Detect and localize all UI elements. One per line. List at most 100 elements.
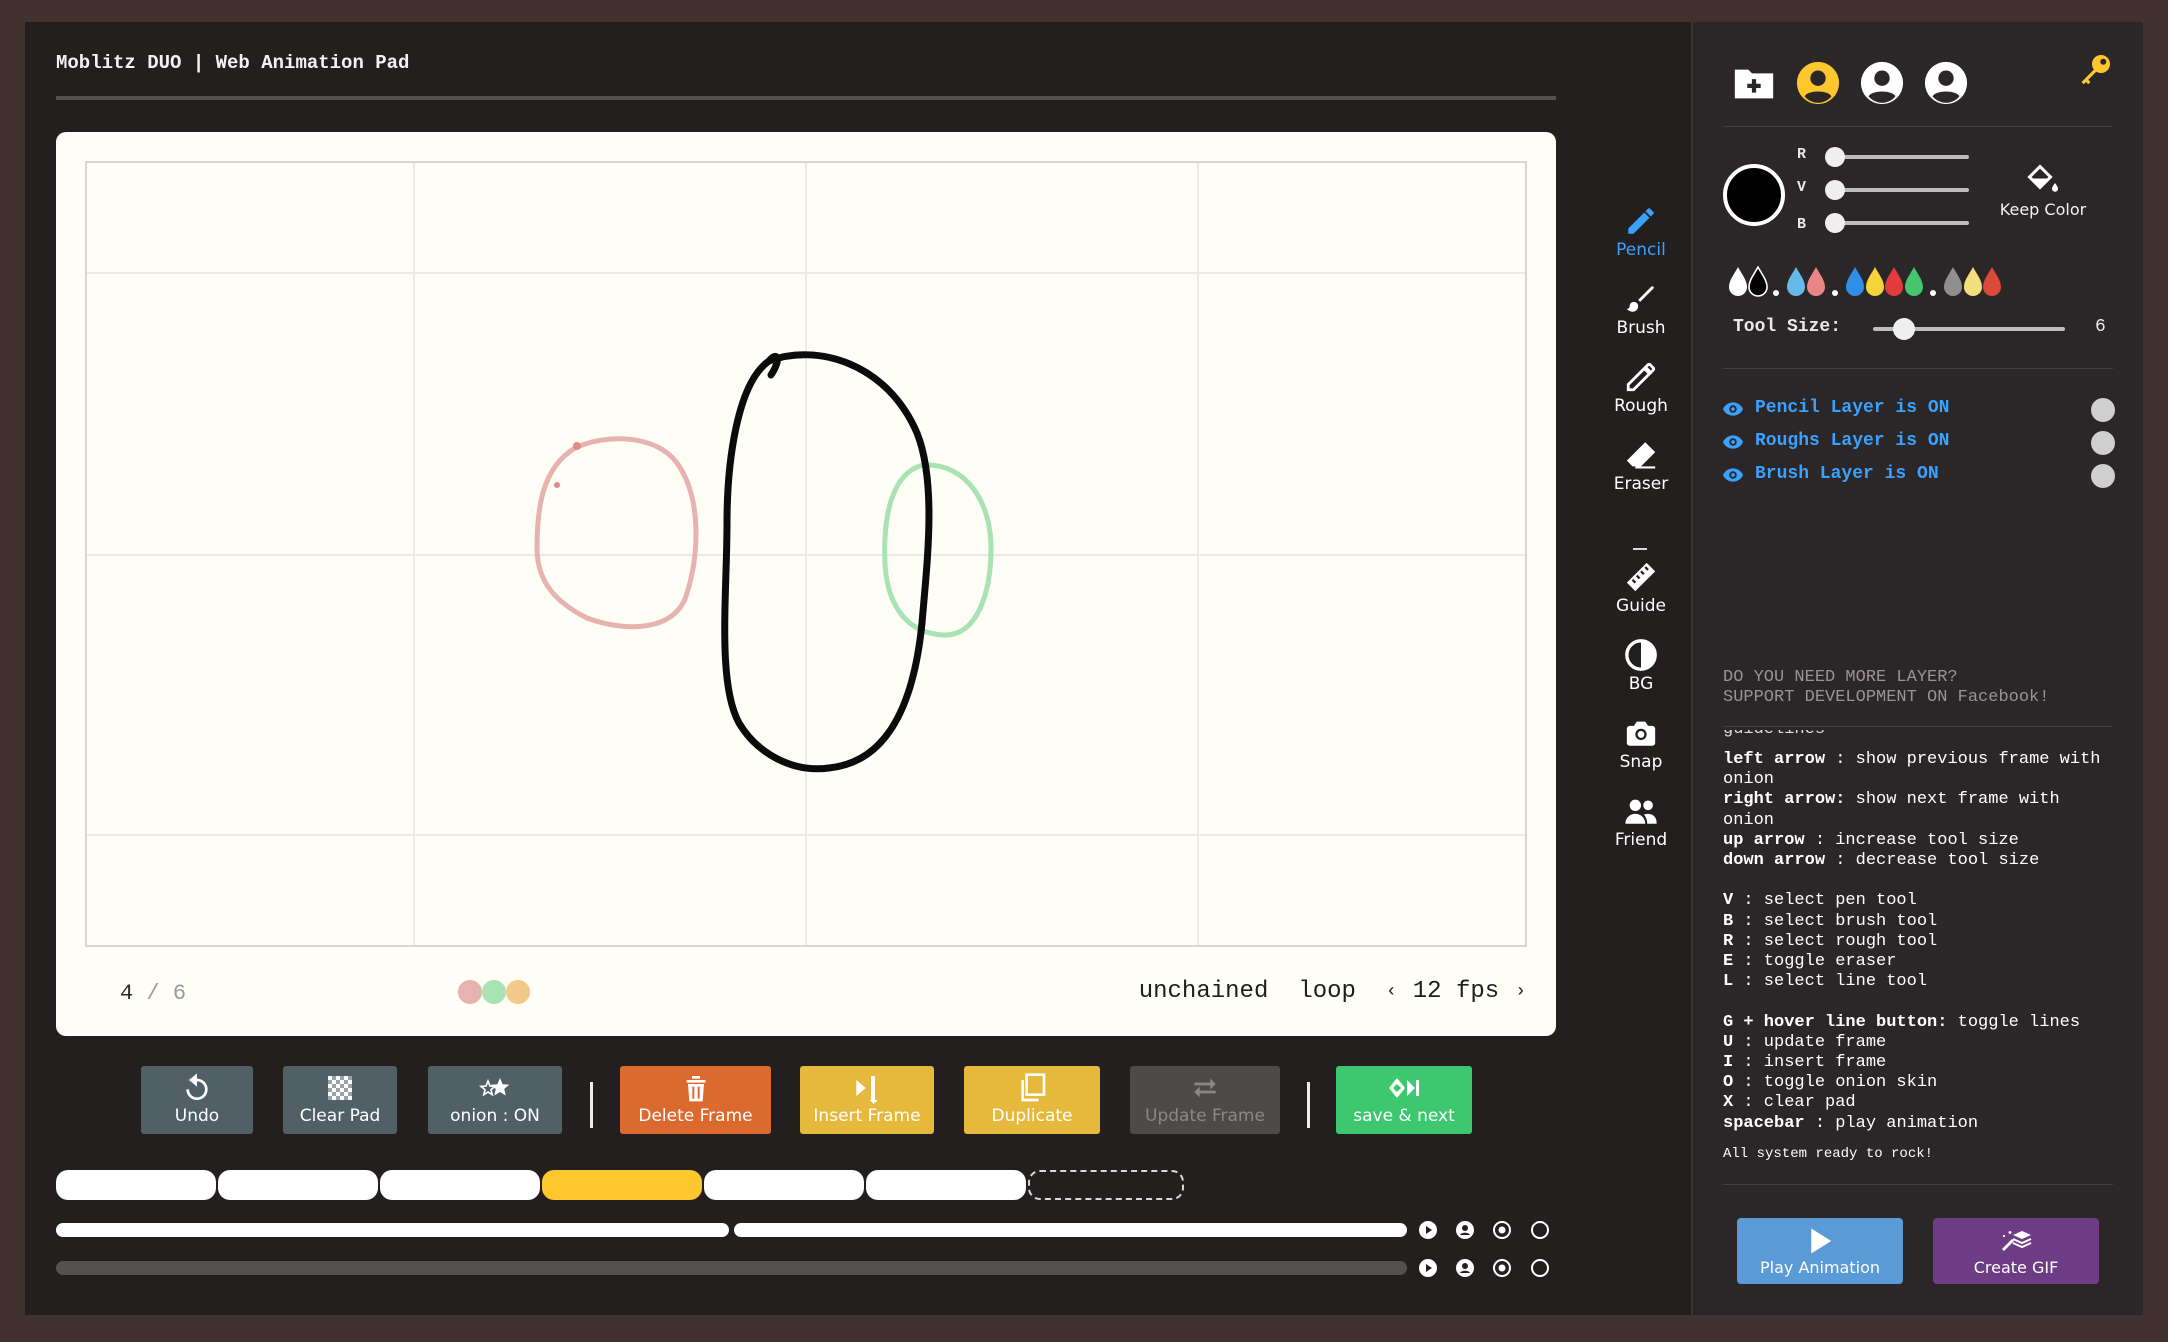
onion-toggle-button[interactable]: onion : ON	[428, 1066, 562, 1134]
track-segment[interactable]	[734, 1223, 1407, 1237]
timeline-frame[interactable]	[380, 1170, 540, 1200]
tool-rough[interactable]: Rough	[1581, 358, 1701, 428]
timeline-frame[interactable]	[56, 1170, 216, 1200]
create-gif-button[interactable]: Create GIF	[1933, 1218, 2099, 1284]
duplicate-button[interactable]: Duplicate	[964, 1066, 1100, 1134]
layer-roughs[interactable]: Roughs Layer is ON	[1723, 431, 2123, 455]
timeline-frame-current[interactable]	[542, 1170, 702, 1200]
palette-color-drop[interactable]	[1727, 266, 1749, 298]
palette-color-drop[interactable]	[1747, 266, 1769, 298]
loop-toggle[interactable]: loop	[1298, 978, 1356, 1005]
help-line: right arrow: show next frame with	[1723, 790, 2060, 810]
layer-pencil[interactable]: Pencil Layer is ON	[1723, 398, 2123, 422]
help-line: L : select line tool	[1723, 972, 1927, 992]
play-animation-button[interactable]: Play Animation	[1737, 1218, 1903, 1284]
header-divider	[56, 96, 1556, 100]
tool-bg[interactable]: BG	[1581, 636, 1701, 706]
save-next-icon	[1389, 1078, 1419, 1098]
line-tool-toggle[interactable]	[1633, 548, 1647, 550]
red-slider-thumb[interactable]	[1825, 147, 1845, 167]
layer-brush[interactable]: Brush Layer is ON	[1723, 464, 2123, 488]
target-track-icon[interactable]	[1492, 1220, 1512, 1240]
palette-color-drop[interactable]	[1844, 266, 1866, 298]
action-separator	[1307, 1082, 1310, 1128]
layer-brush-label: Brush Layer is ON	[1755, 464, 1939, 484]
empty-circle-icon[interactable]	[1530, 1220, 1550, 1240]
update-frame-button[interactable]: Update Frame	[1130, 1066, 1280, 1134]
blue-slider[interactable]: B	[1797, 212, 1977, 233]
contrast-icon	[1581, 636, 1701, 674]
play-track-icon[interactable]	[1418, 1220, 1438, 1240]
green-slider-thumb[interactable]	[1825, 180, 1845, 200]
action-separator	[590, 1082, 593, 1128]
clear-pad-button[interactable]: Clear Pad	[283, 1066, 397, 1134]
track-segment[interactable]	[56, 1261, 1407, 1275]
insert-frame-button[interactable]: Insert Frame	[800, 1066, 934, 1134]
eye-icon	[1723, 468, 1743, 482]
user-active-icon[interactable]	[1795, 60, 1841, 106]
help-key: O	[1723, 1073, 1734, 1093]
drawing-canvas[interactable]	[85, 161, 1527, 947]
help-line: O : toggle onion skin	[1723, 1073, 1937, 1093]
tool-eraser[interactable]: Eraser	[1581, 436, 1701, 506]
user-track-icon[interactable]	[1455, 1220, 1475, 1240]
chain-mode-toggle[interactable]: unchained	[1139, 978, 1269, 1005]
tool-pencil[interactable]: Pencil	[1581, 202, 1701, 272]
palette-color-drop[interactable]	[1942, 266, 1964, 298]
blue-slider-thumb[interactable]	[1825, 213, 1845, 233]
app-title: Moblitz DUO | Web Animation Pad	[56, 52, 410, 74]
help-line: I : insert frame	[1723, 1053, 1886, 1073]
timeline-frame[interactable]	[704, 1170, 864, 1200]
palette-color-drop[interactable]	[1903, 266, 1925, 298]
help-key: X	[1723, 1093, 1734, 1113]
timeline-frame-new[interactable]	[1028, 1170, 1184, 1200]
layer-brush-indicator[interactable]	[2091, 464, 2115, 488]
help-key: right arrow:	[1723, 790, 1846, 810]
play-track-icon[interactable]	[1418, 1258, 1438, 1278]
tool-guide[interactable]: Guide	[1581, 558, 1701, 628]
palette-color-drop[interactable]	[1785, 266, 1807, 298]
help-description: : clear pad	[1733, 1093, 1856, 1113]
track-segment[interactable]	[56, 1223, 729, 1237]
red-slider[interactable]: R	[1797, 146, 1977, 167]
tool-friend[interactable]: Friend	[1581, 792, 1701, 862]
play-animation-label: Play Animation	[1759, 1258, 1881, 1277]
tool-size-thumb[interactable]	[1893, 318, 1915, 340]
delete-frame-button[interactable]: Delete Frame	[620, 1066, 771, 1134]
target-track-icon[interactable]	[1492, 1258, 1512, 1278]
tool-snap[interactable]: Snap	[1581, 714, 1701, 784]
fps-increase-button[interactable]: ›	[1515, 982, 1526, 1002]
onion-track-row	[56, 1220, 1596, 1240]
fps-decrease-button[interactable]: ‹	[1386, 982, 1397, 1002]
support-message[interactable]: DO YOU NEED MORE LAYER? SUPPORT DEVELOPM…	[1723, 668, 2049, 708]
insert-frame-label: Insert Frame	[813, 1106, 921, 1126]
stars-icon	[478, 1078, 510, 1097]
undo-button[interactable]: Undo	[141, 1066, 253, 1134]
keep-color-button[interactable]: Keep Color	[1993, 162, 2093, 219]
empty-circle-icon[interactable]	[1530, 1258, 1550, 1278]
help-description: show next frame with	[1845, 790, 2060, 810]
save-next-button[interactable]: save & next	[1336, 1066, 1472, 1134]
green-slider[interactable]: V	[1797, 179, 1977, 200]
user-icon[interactable]	[1923, 60, 1969, 106]
eraser-icon	[1581, 436, 1701, 474]
onion-toggle-label: onion : ON	[450, 1106, 540, 1126]
tool-brush[interactable]: Brush	[1581, 280, 1701, 350]
current-color-swatch[interactable]	[1723, 164, 1785, 226]
new-folder-icon[interactable]	[1731, 60, 1777, 106]
palette-color-drop[interactable]	[1805, 266, 1827, 298]
layer-pencil-indicator[interactable]	[2091, 398, 2115, 422]
layer-roughs-indicator[interactable]	[2091, 431, 2115, 455]
paint-bucket-icon	[2027, 164, 2058, 192]
key-icon[interactable]	[2077, 52, 2113, 88]
user-track-icon[interactable]	[1455, 1258, 1475, 1278]
help-key: R	[1723, 931, 1734, 951]
help-description: : play animation	[1804, 1113, 1979, 1133]
clear-pad-label: Clear Pad	[299, 1106, 381, 1126]
help-description: : toggle onion skin	[1733, 1073, 1938, 1093]
timeline-frame[interactable]	[218, 1170, 378, 1200]
palette-color-drop[interactable]	[1883, 266, 1905, 298]
user-icon[interactable]	[1859, 60, 1905, 106]
palette-color-drop[interactable]	[1981, 266, 2003, 298]
timeline-frame[interactable]	[866, 1170, 1026, 1200]
